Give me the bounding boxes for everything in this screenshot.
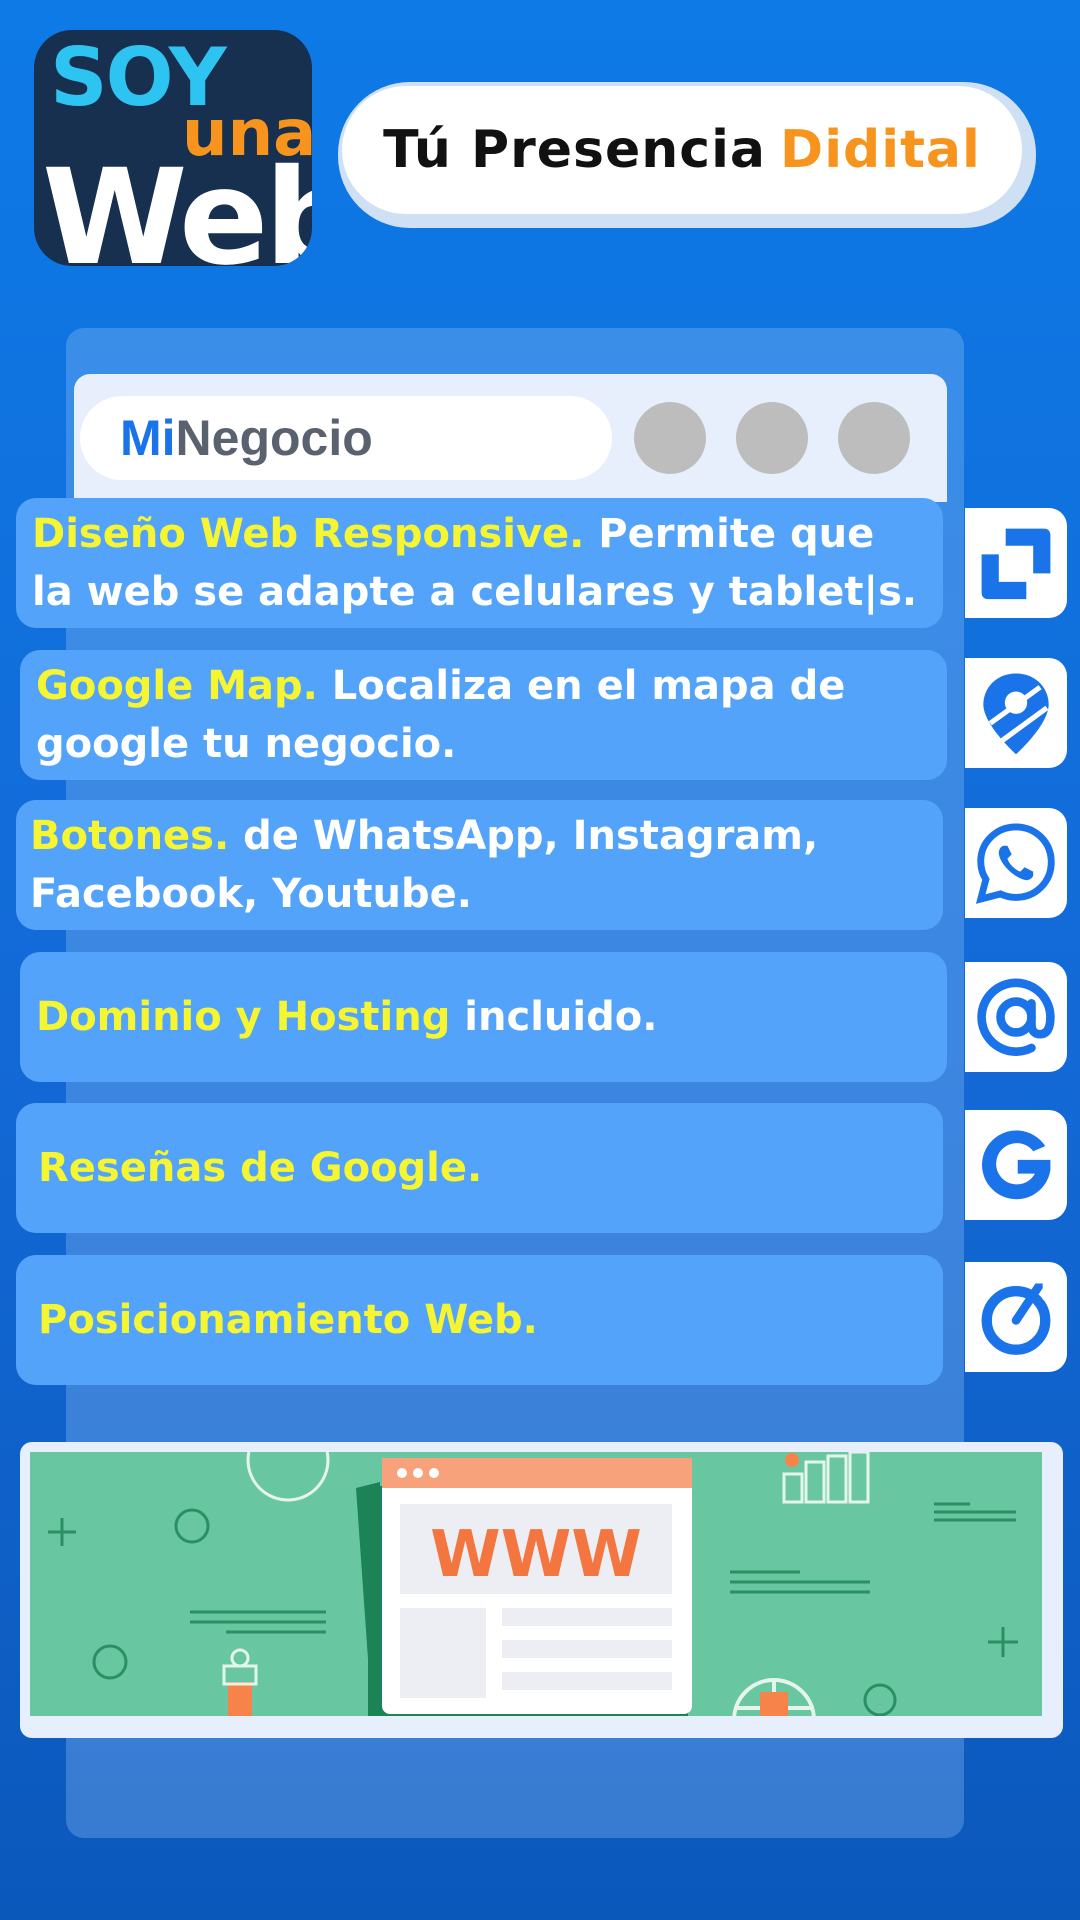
tagline-pill: Tú Presencia Didital [338, 82, 1036, 228]
feature-buttons: Botones. de WhatsApp, Instagram, Faceboo… [16, 800, 943, 930]
feature-highlight: Botones. [30, 813, 230, 859]
tagline-text: Tú Presencia Didital [342, 86, 1022, 214]
feature-responsive: Diseño Web Responsive. Permite que la we… [16, 498, 943, 628]
tagline-accent: Didital [780, 120, 981, 180]
tagline-main: Tú Presencia [383, 120, 767, 180]
email-tile[interactable] [965, 962, 1067, 1072]
www-text: WWW [430, 1518, 642, 1592]
logo: SOY una Web [34, 30, 312, 266]
feature-highlight: Google Map. [36, 663, 318, 709]
feature-highlight: Diseño Web Responsive. [32, 511, 585, 557]
feature-domain-hosting: Dominio y Hosting incluido. [20, 952, 947, 1082]
whatsapp-tile[interactable] [965, 808, 1067, 918]
url-field[interactable]: Mi Negocio [80, 396, 612, 480]
speed-gauge-icon [981, 1278, 1051, 1355]
feature-google-reviews: Reseñas de Google. [16, 1103, 943, 1233]
feature-highlight: Posicionamiento Web. [38, 1297, 538, 1343]
feature-highlight: Dominio y Hosting [36, 994, 451, 1040]
crop-icon [981, 528, 1051, 600]
feature-google-map: Google Map. Localiza en el mapa de googl… [20, 650, 947, 780]
feature-highlight: Reseñas de Google. [38, 1145, 483, 1191]
whatsapp-icon [975, 823, 1055, 904]
url-suffix: Negocio [175, 410, 373, 466]
google-icon [982, 1130, 1051, 1200]
www-illustration: WWW [30, 1452, 1042, 1716]
browser-dot-1[interactable] [634, 402, 706, 474]
map-tile[interactable] [965, 658, 1067, 768]
google-tile[interactable] [965, 1110, 1067, 1220]
url-prefix: Mi [120, 410, 176, 466]
feature-seo: Posicionamiento Web. [16, 1255, 943, 1385]
browser-dot-3[interactable] [838, 402, 910, 474]
browser-dot-2[interactable] [736, 402, 808, 474]
feature-text: incluido. [450, 994, 658, 1040]
at-sign-icon [977, 978, 1055, 1056]
responsive-tile[interactable] [965, 508, 1067, 618]
logo-web-text: Web [42, 141, 312, 266]
map-pin-icon [983, 673, 1049, 755]
www-illustration-art: WWW [30, 1452, 1042, 1716]
seo-tile[interactable] [965, 1262, 1067, 1372]
